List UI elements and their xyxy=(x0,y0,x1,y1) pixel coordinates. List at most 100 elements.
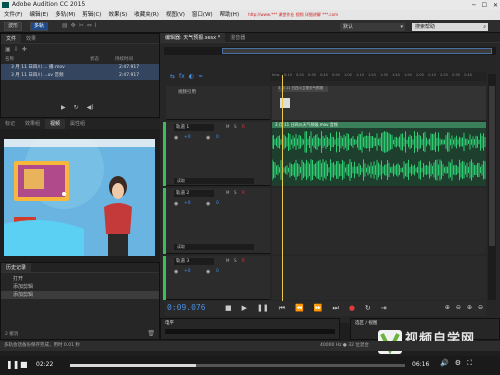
level-tab[interactable]: 电平 xyxy=(161,319,339,327)
selection-tab[interactable]: 选区 / 视图 xyxy=(351,319,499,327)
trash-icon[interactable]: 🗑 xyxy=(147,330,155,337)
waveform-button[interactable]: 波形 xyxy=(4,22,23,31)
pan-value[interactable]: 0 xyxy=(216,135,219,140)
video-track-header[interactable]: 视频引用 xyxy=(166,86,270,120)
track-name[interactable]: 轨道 3 xyxy=(174,258,214,265)
tab-video[interactable]: 视频 xyxy=(45,119,66,129)
menu-effects[interactable]: 效果(S) xyxy=(108,10,127,20)
speaker-icon[interactable]: ◀) xyxy=(87,104,94,111)
history-item[interactable]: 添加剪辑 xyxy=(1,291,159,299)
workspace-select[interactable]: 默认 ▾ xyxy=(340,23,405,31)
io-icon[interactable]: ⇆ xyxy=(170,73,175,80)
new-file-icon[interactable]: ✚ xyxy=(22,46,27,53)
player-play-icon[interactable]: ❚❚ xyxy=(6,360,19,369)
track-name[interactable]: 轨道 2 xyxy=(174,190,214,197)
loop-icon[interactable]: ↻ xyxy=(365,304,371,313)
import-icon[interactable]: ⇩ xyxy=(14,46,19,53)
record-arm-button[interactable]: R xyxy=(242,124,245,129)
pan-value[interactable]: 0 xyxy=(216,269,219,274)
zoom-out-time-icon[interactable]: ⊖ xyxy=(478,304,483,311)
overview-scrollbar[interactable] xyxy=(164,47,496,55)
loop-icon[interactable]: ↻ xyxy=(74,104,79,111)
mute-button[interactable]: M xyxy=(226,124,229,129)
send-icon[interactable]: ◐ xyxy=(189,73,194,80)
file-row[interactable]: 3 月 11 日四川 ... 播.mov 2:47.917 xyxy=(1,64,159,72)
file-row[interactable]: 3 月 11 日四川 ...ov 音频 2:47.917 xyxy=(1,72,159,80)
slip-tool-icon[interactable]: ⇔ xyxy=(87,22,92,29)
track3-lane[interactable] xyxy=(272,256,486,300)
record-arm-button[interactable]: R xyxy=(242,190,245,195)
go-end-icon[interactable]: ⏭ xyxy=(333,304,339,313)
fx-icon[interactable]: fx xyxy=(179,73,185,80)
tab-markers[interactable]: 标记 xyxy=(0,119,20,129)
volume-icon[interactable]: 🔊 xyxy=(440,359,449,368)
zoom-out-amplitude-icon[interactable]: ⊖ xyxy=(456,304,461,311)
time-ruler[interactable]: hms 0:10 0:20 0:30 0:40 0:50 1:00 1:10 1… xyxy=(270,72,486,81)
menu-help[interactable]: 帮助(H) xyxy=(220,10,239,20)
menu-clip[interactable]: 剪辑(C) xyxy=(82,10,101,20)
fullscreen-icon[interactable]: ⛶ xyxy=(467,359,472,368)
col-status[interactable]: 状态 xyxy=(90,56,115,62)
history-item[interactable]: 打开 xyxy=(1,275,159,283)
overview-thumb[interactable] xyxy=(222,48,492,54)
volume-value[interactable]: +0 xyxy=(184,269,191,274)
pan-knob-icon[interactable]: ◉ xyxy=(206,135,210,141)
menu-file[interactable]: 文件(F) xyxy=(4,10,22,20)
mute-button[interactable]: M xyxy=(226,258,229,263)
volume-knob-icon[interactable]: ◉ xyxy=(174,201,178,207)
menu-favorites[interactable]: 收藏夹(R) xyxy=(134,10,159,20)
tab-properties[interactable]: 属性组 xyxy=(65,119,90,129)
menu-view[interactable]: 视图(V) xyxy=(166,10,185,20)
tab-effects-rack[interactable]: 效果组 xyxy=(20,119,45,129)
razor-tool-icon[interactable]: ✂ xyxy=(79,22,84,29)
track-name[interactable]: 轨道 1 xyxy=(174,124,214,131)
menu-edit[interactable]: 编辑(E) xyxy=(29,10,48,20)
go-start-icon[interactable]: ⏮ xyxy=(279,304,285,313)
menu-multitrack[interactable]: 多轨(M) xyxy=(55,10,75,20)
move-tool-icon[interactable]: ✥ xyxy=(71,22,76,29)
solo-button[interactable]: S xyxy=(234,124,237,129)
pan-knob-icon[interactable]: ◉ xyxy=(206,269,210,275)
stop-icon[interactable]: ■ xyxy=(225,304,232,313)
track2-lane[interactable] xyxy=(272,188,486,254)
track1-clip[interactable]: 3 月 11 日四川天气预报.mov 音频 xyxy=(272,122,486,186)
tab-mixer[interactable]: 混音器 xyxy=(225,33,250,42)
skip-selection-icon[interactable]: ⇥ xyxy=(381,304,387,313)
fast-forward-icon[interactable]: ⏩ xyxy=(314,304,323,313)
zoom-in-amplitude-icon[interactable]: ⊕ xyxy=(445,304,450,311)
solo-button[interactable]: S xyxy=(234,258,237,263)
spectral-icon[interactable]: ▤ xyxy=(62,22,68,29)
scrollbar-thumb[interactable] xyxy=(489,86,495,246)
time-select-icon[interactable]: I xyxy=(95,22,97,29)
mute-button[interactable]: M xyxy=(226,190,229,195)
automation-mode-select[interactable]: 读取 xyxy=(174,244,254,250)
help-search-input[interactable]: 搜索帮助 ⌕ xyxy=(412,23,488,31)
history-title[interactable]: 历史记录 xyxy=(1,263,32,272)
settings-icon[interactable]: ⚙ xyxy=(455,359,461,368)
volume-knob-icon[interactable]: ◉ xyxy=(174,269,178,275)
pan-value[interactable]: 0 xyxy=(216,201,219,206)
col-name[interactable]: 名称 xyxy=(5,56,90,62)
menu-window[interactable]: 窗口(W) xyxy=(192,10,213,20)
zoom-in-time-icon[interactable]: ⊕ xyxy=(467,304,472,311)
play-icon[interactable]: ▶ xyxy=(61,104,66,111)
history-item[interactable]: 添加剪辑 xyxy=(1,283,159,291)
open-file-icon[interactable]: ▣ xyxy=(5,46,11,53)
solo-button[interactable]: S xyxy=(234,190,237,195)
tab-effects[interactable]: 效果 xyxy=(21,34,41,43)
player-stop-icon[interactable]: ■ xyxy=(20,360,28,369)
track3-header[interactable]: 轨道 3 M S R ◉ +0 ◉ 0 xyxy=(166,256,270,300)
rewind-icon[interactable]: ⏪ xyxy=(295,304,304,313)
tab-files[interactable]: 文件 xyxy=(1,34,22,43)
automation-mode-select[interactable]: 读取 xyxy=(174,178,254,184)
col-duration[interactable]: 持续时间 xyxy=(115,56,133,62)
pan-knob-icon[interactable]: ◉ xyxy=(206,201,210,207)
multitrack-button[interactable]: 多轨 xyxy=(30,22,49,31)
record-icon[interactable]: ● xyxy=(349,304,355,313)
seek-bar[interactable] xyxy=(70,364,405,367)
playhead[interactable] xyxy=(282,75,283,303)
tab-editor[interactable]: 编辑器: 天气预报.sesx * xyxy=(160,33,226,42)
volume-value[interactable]: +0 xyxy=(184,135,191,140)
eq-icon[interactable]: ≈ xyxy=(198,73,203,80)
record-arm-button[interactable]: R xyxy=(242,258,245,263)
